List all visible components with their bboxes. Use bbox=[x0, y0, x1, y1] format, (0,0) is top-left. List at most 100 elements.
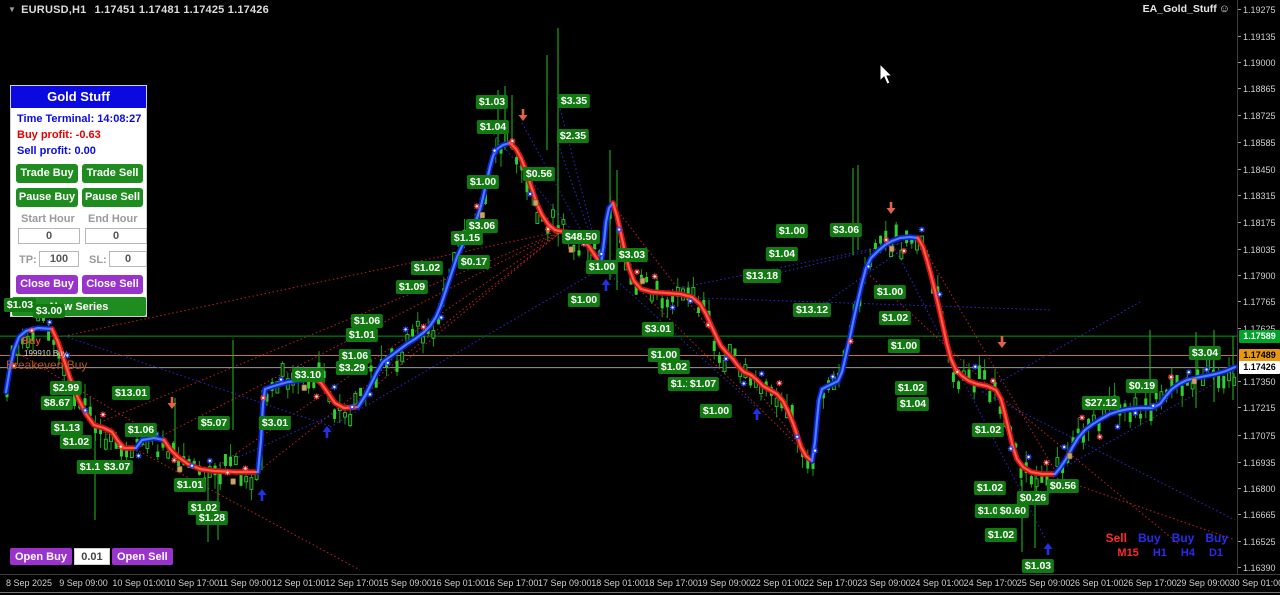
profit-price-tag: $1.28 bbox=[195, 511, 229, 525]
signal-legend-row: Sell Buy Buy Buy bbox=[1106, 531, 1228, 545]
time-tick-label: 26 Sep 17:00 bbox=[1123, 578, 1177, 588]
price-axis[interactable]: 1.19275 1.19135 1.19000 1.18865 1.18725 1.185… bbox=[1237, 0, 1280, 575]
price-tick: 1.18035 bbox=[1238, 244, 1276, 255]
profit-price-tag: $1.02 bbox=[878, 311, 912, 325]
price-tick: 1.16800 bbox=[1238, 483, 1276, 494]
signal-label: Buy bbox=[1137, 531, 1161, 545]
time-tick-label: 25 Sep 09:00 bbox=[1016, 578, 1071, 588]
time-tick-label: 22 Sep 01:00 bbox=[750, 578, 805, 588]
pause-sell-button[interactable]: Pause Sell bbox=[82, 188, 143, 207]
profit-price-tag: $1.04 bbox=[765, 247, 799, 261]
profit-price-tag: $3.04 bbox=[1188, 346, 1222, 360]
time-tick-label: 11 Sep 09:00 bbox=[218, 578, 272, 588]
profit-price-tag: $1.02 bbox=[894, 381, 928, 395]
price-tick: 1.18725 bbox=[1238, 111, 1276, 122]
trade-buy-button[interactable]: Trade Buy bbox=[16, 164, 78, 183]
time-tick-label: 10 Sep 01:00 bbox=[112, 578, 166, 588]
order-ticket-text: 199910 Buy bbox=[24, 349, 67, 358]
lot-size-input[interactable] bbox=[73, 548, 110, 565]
profit-price-tag: $3.01 bbox=[258, 416, 292, 430]
time-tick-label: 30 Sep 01:00 bbox=[1229, 578, 1280, 588]
profit-price-tag: $0.17 bbox=[457, 255, 491, 269]
trade-sell-button[interactable]: Trade Sell bbox=[82, 164, 143, 183]
signal-label: Buy bbox=[1205, 531, 1228, 545]
ea-name-label: EA_Gold_Stuff ☺ bbox=[1143, 3, 1230, 15]
time-tick-label: 15 Sep 09:00 bbox=[378, 578, 432, 588]
time-tick-label: 17 Sep 09:00 bbox=[538, 578, 592, 588]
profit-price-tag: $0.56 bbox=[1046, 479, 1080, 493]
price-tick: 1.16935 bbox=[1238, 457, 1276, 468]
mouse-cursor bbox=[878, 62, 894, 91]
end-hour-input[interactable] bbox=[85, 228, 147, 244]
time-tick-label: 29 Sep 09:00 bbox=[1176, 578, 1230, 588]
tp-label: TP: bbox=[19, 254, 37, 266]
profit-price-tag: $1.02 bbox=[657, 360, 691, 374]
price-tick: 1.19275 bbox=[1238, 5, 1276, 15]
open-buy-button[interactable]: Open Buy bbox=[10, 548, 72, 565]
profit-price-tag: $0.56 bbox=[522, 167, 556, 181]
close-sell-button[interactable]: Close Sell bbox=[82, 275, 143, 294]
profit-price-tag: $3.10 bbox=[291, 368, 325, 382]
profit-price-tag: $1.00 bbox=[873, 285, 907, 299]
profit-price-tag: $3.01 bbox=[641, 322, 675, 336]
profit-price-tag: $1.06 bbox=[124, 423, 158, 437]
dropdown-triangle-icon[interactable]: ▼ bbox=[8, 5, 16, 14]
signal-label: Buy bbox=[1171, 531, 1195, 545]
symbol-period: EURUSD,H1 bbox=[21, 4, 87, 16]
profit-price-tag: $3.07 bbox=[100, 460, 134, 474]
profit-price-tag: $3.35 bbox=[557, 94, 591, 108]
profit-price-tag: $1.00 bbox=[585, 260, 619, 274]
breakeven-line-label: Breakeven Buy bbox=[6, 358, 88, 372]
price-tick: 1.16665 bbox=[1238, 509, 1276, 520]
time-tick-label: 12 Sep 01:00 bbox=[272, 578, 326, 588]
profit-price-tag: $1.13 bbox=[50, 421, 84, 435]
profit-price-tag: $1.03 bbox=[1021, 559, 1055, 573]
price-tick: 1.17075 bbox=[1238, 430, 1276, 441]
timeframe-label: H1 bbox=[1152, 547, 1167, 559]
buy-arrow-icon bbox=[752, 408, 762, 420]
time-tick-label: 10 Sep 17:00 bbox=[165, 578, 220, 588]
time-tick-label: 9 Sep 09:00 bbox=[59, 578, 108, 588]
buy-arrow-icon bbox=[322, 426, 332, 438]
profit-price-tag: $1.03 bbox=[3, 298, 37, 312]
price-tick: 1.18585 bbox=[1238, 138, 1276, 149]
sell-arrow-icon bbox=[886, 202, 896, 214]
sell-profit: Sell profit: 0.00 bbox=[17, 145, 96, 157]
time-tick-label: 18 Sep 01:00 bbox=[591, 578, 645, 588]
profit-price-tag: $13.01 bbox=[111, 386, 151, 400]
chart-title: ▼ EURUSD,H1 1.17451 1.17481 1.17425 1.1742… bbox=[8, 4, 269, 16]
profit-price-tag: $48.50 bbox=[561, 230, 601, 244]
profit-price-tag: $1.1 bbox=[76, 460, 104, 474]
time-tick-label: 26 Sep 01:00 bbox=[1070, 578, 1124, 588]
profit-price-tag: $3.00 bbox=[32, 304, 66, 318]
pause-buy-button[interactable]: Pause Buy bbox=[16, 188, 78, 207]
panel-title[interactable]: Gold Stuff bbox=[11, 86, 146, 108]
tp-input[interactable] bbox=[39, 251, 79, 267]
profit-price-tag: $1.15 bbox=[450, 231, 484, 245]
price-tick: 1.18315 bbox=[1238, 190, 1276, 201]
price-tick: 1.16525 bbox=[1238, 536, 1276, 547]
sl-input[interactable] bbox=[109, 251, 147, 267]
time-axis[interactable]: 8 Sep 2025 9 Sep 09:00 10 Sep 01:00 10 Sep … bbox=[0, 574, 1280, 592]
price-tick: 1.18175 bbox=[1238, 217, 1276, 228]
profit-price-tag: $1.02 bbox=[971, 423, 1005, 437]
timeframe-label: D1 bbox=[1208, 547, 1223, 559]
profit-price-tag: $1.00 bbox=[699, 404, 733, 418]
mt4-chart-window: $1.03 $3.00 $2.99 $8.67 $13.01 $1.13 $1.02 $1.0… bbox=[0, 0, 1280, 595]
open-sell-button[interactable]: Open Sell bbox=[111, 548, 173, 565]
timeframe-label: H4 bbox=[1180, 547, 1195, 559]
buy-profit: Buy profit: -0.63 bbox=[17, 129, 101, 141]
close-buy-button[interactable]: Close Buy bbox=[16, 275, 78, 294]
price-tick: 1.17900 bbox=[1238, 270, 1276, 281]
profit-price-tag: $1.07 bbox=[686, 377, 720, 391]
profit-price-tag: $5.07 bbox=[197, 416, 231, 430]
start-hour-input[interactable] bbox=[18, 228, 80, 244]
profit-price-tag: $1.00 bbox=[775, 224, 809, 238]
sl-label: SL: bbox=[89, 254, 107, 266]
time-tick-label: 16 Sep 01:00 bbox=[431, 578, 486, 588]
timeframe-label: M15 bbox=[1117, 547, 1139, 559]
time-terminal: Time Terminal: 14:08:27 bbox=[17, 113, 142, 125]
time-tick-label: 8 Sep 2025 bbox=[6, 578, 53, 588]
profit-price-tag: $2.99 bbox=[49, 381, 83, 395]
time-tick-label: 16 Sep 17:00 bbox=[484, 578, 539, 588]
